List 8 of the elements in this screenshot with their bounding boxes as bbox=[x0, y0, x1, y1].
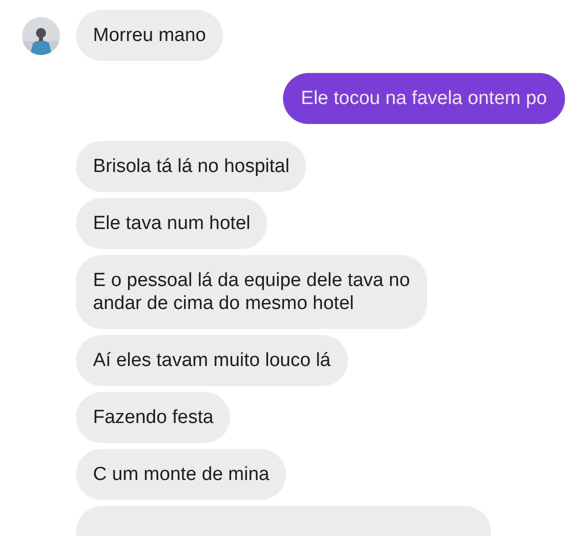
received-message: Ele tava num hotel bbox=[76, 198, 268, 249]
sent-message: Ele tocou na favela ontem po bbox=[282, 73, 565, 124]
received-message: Fazendo festa bbox=[76, 392, 230, 443]
received-message: E o pessoal lá da equipe dele tava no andar de cima do mesmo hotel bbox=[76, 255, 427, 329]
received-message: Brisola tá lá no hospital bbox=[76, 141, 306, 192]
received-message: Aí eles tavam muito louco lá bbox=[76, 335, 348, 386]
received-message: C um monte de mina bbox=[76, 449, 286, 500]
received-message: Morreu mano bbox=[76, 10, 223, 61]
